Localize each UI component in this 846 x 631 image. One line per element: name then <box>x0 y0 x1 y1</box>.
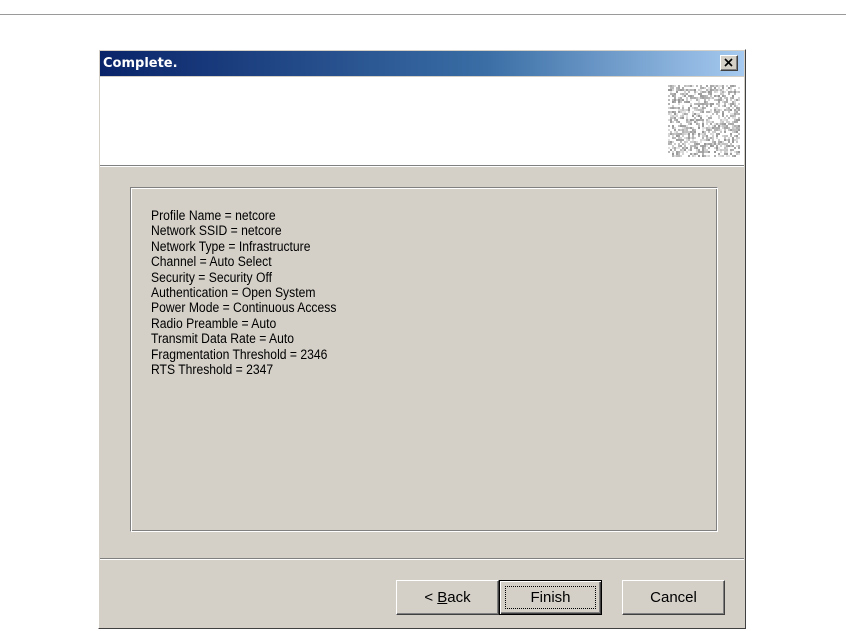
dialog-title: Complete. <box>103 56 178 71</box>
top-divider <box>0 14 846 15</box>
title-bar[interactable]: Complete. <box>100 51 744 76</box>
summary-line: Security = Security Off <box>151 269 272 285</box>
wizard-noise-graphic <box>668 85 740 157</box>
close-button[interactable] <box>720 55 738 71</box>
summary-line: RTS Threshold = 2347 <box>151 362 274 378</box>
summary-line: Authentication = Open System <box>151 285 316 301</box>
wizard-dialog: Complete. Profile Name = netcore Network … <box>98 49 746 629</box>
summary-line: Network SSID = netcore <box>151 223 282 239</box>
summary-line: Network Type = Infrastructure <box>151 238 311 254</box>
summary-line: Profile Name = netcore <box>151 208 276 223</box>
cancel-button[interactable]: Cancel <box>622 580 725 615</box>
summary-panel: Profile Name = netcore Network SSID = net… <box>130 187 718 532</box>
back-button[interactable]: < Back <box>396 580 499 615</box>
header-panel <box>100 77 744 165</box>
summary-line: Power Mode = Continuous Access <box>151 300 337 316</box>
summary-line: Radio Preamble = Auto <box>151 315 277 331</box>
summary-line: Channel = Auto Select <box>151 254 272 270</box>
summary-list: Profile Name = netcore Network SSID = net… <box>151 208 357 377</box>
summary-line: Transmit Data Rate = Auto <box>151 331 295 347</box>
close-x-icon <box>724 58 733 67</box>
summary-line: Fragmentation Threshold = 2346 <box>151 346 328 362</box>
finish-button[interactable]: Finish <box>499 580 602 615</box>
